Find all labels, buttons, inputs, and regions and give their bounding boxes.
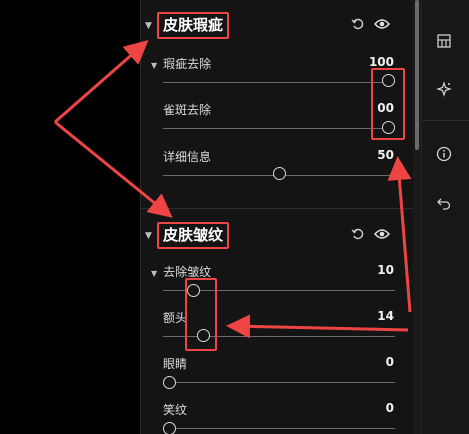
slider-value[interactable]: 14 xyxy=(354,309,394,323)
slider-knob[interactable] xyxy=(163,376,176,389)
undo-icon[interactable] xyxy=(433,192,455,214)
slider-track[interactable] xyxy=(163,382,395,383)
section-actions xyxy=(350,16,390,32)
section-title: 皮肤瑕疵 xyxy=(157,12,230,39)
slider-value[interactable]: 0 xyxy=(354,401,394,415)
right-toolbar xyxy=(421,0,469,434)
scrollbar-thumb[interactable] xyxy=(415,0,419,150)
slider-label-blemish-removal: ▼ 瑕疵去除 xyxy=(151,57,212,71)
collapse-caret-icon[interactable]: ▼ xyxy=(145,21,157,31)
slider-value[interactable]: 0 xyxy=(354,355,394,369)
expand-caret-icon[interactable]: ▼ xyxy=(151,269,157,278)
highlight-box xyxy=(185,278,217,351)
slider-knob[interactable] xyxy=(273,167,286,180)
sparkle-icon[interactable] xyxy=(433,78,455,100)
slider-value[interactable]: 50 xyxy=(354,148,394,162)
reset-icon[interactable] xyxy=(350,226,366,242)
slider-value[interactable]: 10 xyxy=(354,263,394,277)
info-icon[interactable] xyxy=(433,143,455,165)
slider-label-freckle-removal: 雀斑去除 xyxy=(163,103,212,117)
section-actions xyxy=(350,226,390,242)
reset-icon[interactable] xyxy=(350,16,366,32)
slider-label-smile-lines: 笑纹 xyxy=(163,403,188,417)
eye-icon[interactable] xyxy=(374,16,390,32)
slider-value[interactable]: 100 xyxy=(354,55,394,69)
slider-label-detail: 详细信息 xyxy=(163,150,212,164)
panel-border xyxy=(140,0,141,434)
toolbar-divider xyxy=(422,120,469,121)
eye-icon[interactable] xyxy=(374,226,390,242)
slider-track[interactable] xyxy=(163,128,395,129)
slider-label-eyes: 眼睛 xyxy=(163,357,188,371)
highlight-box xyxy=(371,68,405,140)
section-divider xyxy=(140,208,413,209)
crop-icon[interactable] xyxy=(433,30,455,52)
section-title: 皮肤皱纹 xyxy=(157,222,230,249)
collapse-caret-icon[interactable]: ▼ xyxy=(145,231,157,241)
canvas-area xyxy=(0,0,140,434)
slider-knob[interactable] xyxy=(163,422,176,434)
slider-label-forehead: 额头 xyxy=(163,311,188,325)
section-header-skin-blemish[interactable]: ▼ 皮肤瑕疵 xyxy=(145,12,230,39)
expand-caret-icon[interactable]: ▼ xyxy=(151,61,157,70)
slider-track[interactable] xyxy=(163,428,395,429)
slider-track[interactable] xyxy=(163,82,395,83)
section-header-skin-wrinkle[interactable]: ▼ 皮肤皱纹 xyxy=(145,222,230,249)
